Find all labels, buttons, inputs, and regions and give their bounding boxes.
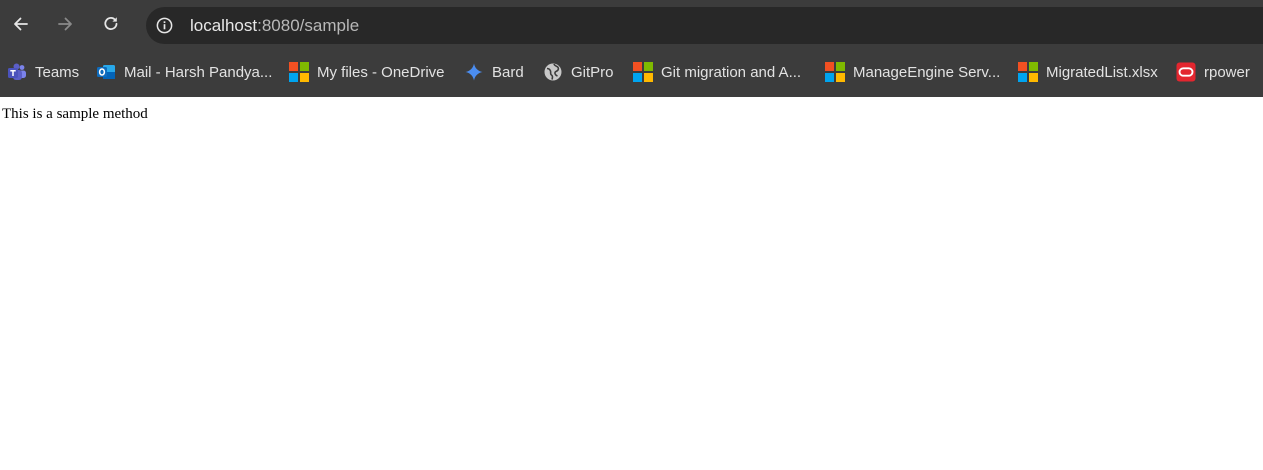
bookmark-label: Git migration and A... [661,63,802,81]
forward-arrow-icon [58,17,72,31]
oracle-icon [1176,62,1196,82]
teams-icon [8,63,26,80]
browser-chrome: localhost:8080/sample Teams Mail - Harsh… [0,0,1263,97]
bookmark-label: Bard [492,63,524,81]
bookmark-label: MigratedList.xlsx [1046,63,1158,81]
bookmark-teams[interactable]: Teams [7,61,79,83]
bookmark-manageengine[interactable]: ManageEngine Serv... [825,61,1000,83]
reload-icon [104,17,118,30]
bookmark-gitpro[interactable]: GitPro [543,61,614,83]
bookmarks-bar: Teams Mail - Harsh Pandya... My files - … [0,48,1263,97]
site-info-icon[interactable] [155,16,174,35]
page-content: This is a sample method [2,106,148,123]
microsoft-icon [289,62,309,82]
bookmark-label: rpower [1204,63,1250,81]
bookmark-mail[interactable]: Mail - Harsh Pandya... [96,61,272,83]
forward-button[interactable] [50,9,80,39]
bookmark-rpower[interactable]: rpower [1176,61,1250,83]
url-host: localhost [190,16,258,35]
body-text: This is a sample method [2,106,148,122]
reload-button[interactable] [96,9,126,39]
microsoft-icon [825,62,845,82]
bookmark-label: Mail - Harsh Pandya... [124,63,273,81]
bookmark-label: My files - OneDrive [317,63,445,81]
microsoft-icon [633,62,653,82]
address-bar[interactable]: localhost:8080/sample [146,7,1263,44]
bookmark-migratedlist[interactable]: MigratedList.xlsx [1018,61,1158,83]
back-button[interactable] [6,9,36,39]
back-arrow-icon [14,17,28,31]
bard-sparkle-icon [465,63,483,81]
bookmark-bard[interactable]: Bard [464,61,524,83]
bookmark-label: Teams [35,63,80,81]
url-text[interactable]: localhost:8080/sample [190,16,359,36]
bookmark-git-migration[interactable]: Git migration and A... [633,61,801,83]
globe-icon [544,63,562,81]
outlook-icon [97,65,115,79]
browser-toolbar: localhost:8080/sample [0,0,1263,48]
bookmark-onedrive[interactable]: My files - OneDrive [289,61,445,83]
url-path: :8080/sample [257,16,360,35]
microsoft-icon [1018,62,1038,82]
bookmark-label: ManageEngine Serv... [853,63,1001,81]
bookmark-label: GitPro [571,63,614,81]
